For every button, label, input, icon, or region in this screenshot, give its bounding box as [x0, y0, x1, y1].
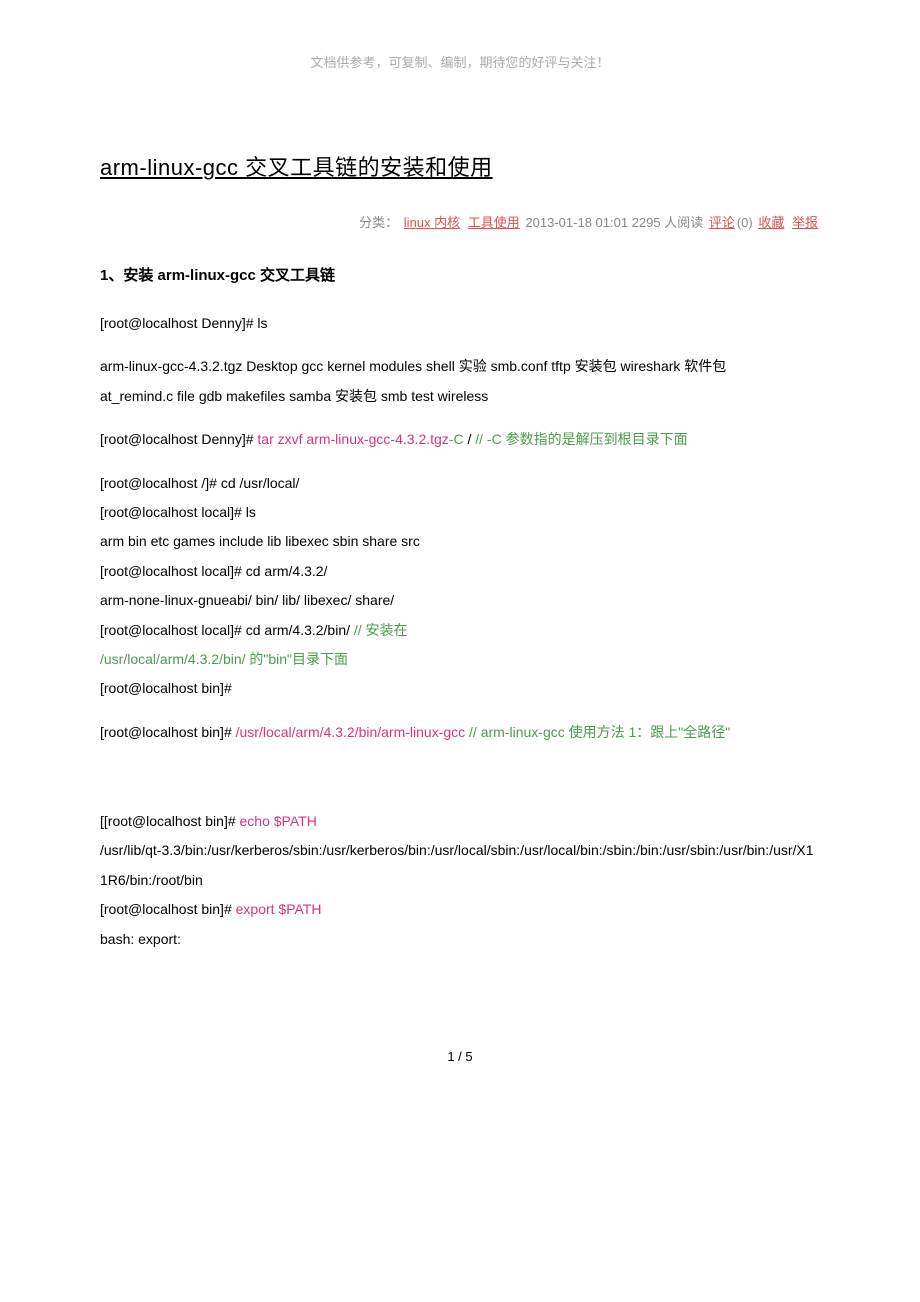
ls-local-output: arm bin etc games include lib libexec sb…	[100, 533, 420, 549]
cd-bin: [root@localhost local]# cd arm/4.3.2/bin…	[100, 622, 354, 638]
meta-space	[786, 215, 790, 230]
terminal-block: [root@localhost /]# cd /usr/local/ [root…	[100, 469, 820, 704]
header-disclaimer: 文档供参考，可复制、编制，期待您的好评与关注！	[100, 50, 820, 76]
favorite-link[interactable]: 收藏	[758, 215, 784, 230]
gcc-fullpath-line: [root@localhost bin]# /usr/local/arm/4.3…	[100, 718, 820, 747]
tar-command-line: [root@localhost Denny]# tar zxvf arm-lin…	[100, 425, 820, 454]
category-link-linux-kernel[interactable]: linux 内核	[404, 215, 460, 230]
install-comment-b: /usr/local/arm/4.3.2/bin/ 的"bin"目录下面	[100, 651, 348, 667]
cd-arm-432: [root@localhost local]# cd arm/4.3.2/	[100, 563, 327, 579]
path-block: [[root@localhost bin]# echo $PATH /usr/l…	[100, 807, 820, 954]
prompt-bin: [root@localhost bin]#	[100, 680, 232, 696]
comments-count: (0)	[737, 215, 757, 230]
tar-arg-c: -C	[449, 431, 464, 447]
terminal-line: [root@localhost Denny]# ls	[100, 309, 820, 338]
ls-output-row1: arm-linux-gcc-4.3.2.tgz Desktop gcc kern…	[100, 358, 726, 374]
comments-link[interactable]: 评论	[709, 215, 735, 230]
tar-comment: // -C 参数指的是解压到根目录下面	[475, 431, 687, 447]
terminal-output: arm-linux-gcc-4.3.2.tgz Desktop gcc kern…	[100, 352, 820, 411]
ls-arm-output: arm-none-linux-gnueabi/ bin/ lib/ libexe…	[100, 592, 394, 608]
article-meta: 分类： linux 内核 工具使用 2013-01-18 01:01 2295 …	[100, 210, 820, 236]
page-number: 1 / 5	[100, 1044, 820, 1070]
path-output: /usr/lib/qt-3.3/bin:/usr/kerberos/sbin:/…	[100, 842, 814, 887]
category-label: 分类：	[359, 215, 398, 230]
gcc-usage-comment: // arm-linux-gcc 使用方法 1：跟上"全路径"	[469, 724, 730, 740]
ls-local: [root@localhost local]# ls	[100, 504, 256, 520]
cd-usr-local: [root@localhost /]# cd /usr/local/	[100, 475, 299, 491]
echo-path-cmd: echo $PATH	[240, 813, 317, 829]
prompt: [root@localhost bin]#	[100, 724, 236, 740]
prompt-echo-path: [[root@localhost bin]#	[100, 813, 240, 829]
tar-command: tar zxvf arm-linux-gcc-4.3.2.tgz	[257, 431, 448, 447]
category-link-tools[interactable]: 工具使用	[468, 215, 520, 230]
gcc-fullpath-cmd: /usr/local/arm/4.3.2/bin/arm-linux-gcc	[236, 724, 466, 740]
section-heading-install: 1、安装 arm-linux-gcc 交叉工具链	[100, 261, 820, 291]
ls-output-row2: at_remind.c file gdb makefiles samba 安装包…	[100, 388, 488, 404]
tar-slash: /	[464, 431, 476, 447]
page-title: arm-linux-gcc 交叉工具链的安装和使用	[100, 146, 820, 190]
meta-datetime-reads: 2013-01-18 01:01 2295 人阅读	[525, 215, 706, 230]
install-comment-a: // 安装在	[354, 622, 408, 638]
bash-export-error: bash: export:	[100, 931, 181, 947]
prompt-export: [root@localhost bin]#	[100, 901, 236, 917]
export-cmd: export $PATH	[236, 901, 322, 917]
prompt: [root@localhost Denny]#	[100, 431, 257, 447]
report-link[interactable]: 举报	[792, 215, 818, 230]
